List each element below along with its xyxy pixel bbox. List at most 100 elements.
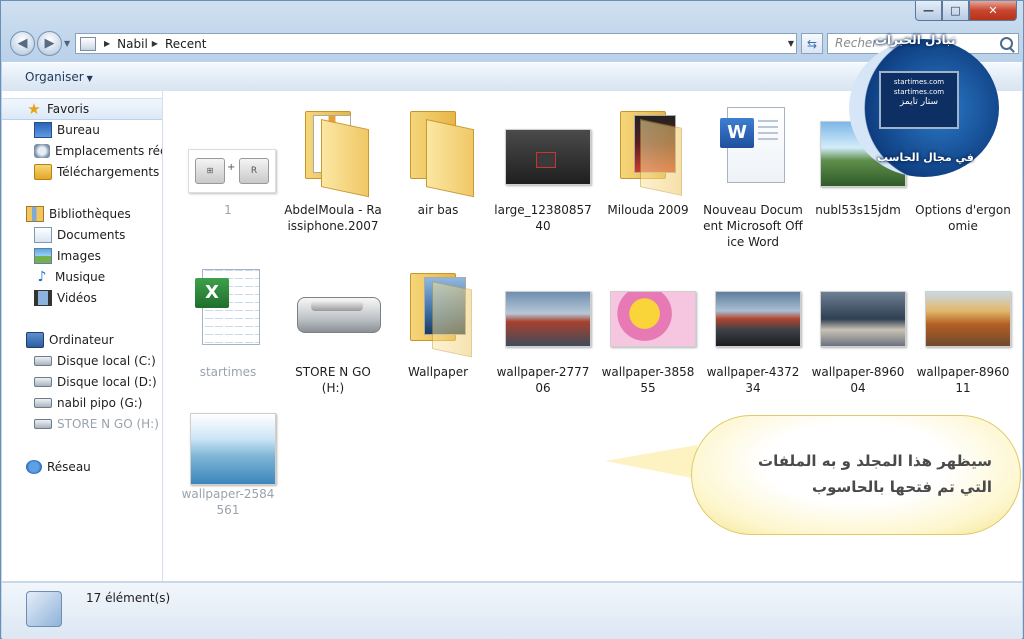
item-count: 17 élément(s) <box>86 591 171 605</box>
sidebar-item-libraries[interactable]: Bibliothèques <box>2 204 162 224</box>
sidebar-item-drive-d[interactable]: Disque local (D:) <box>2 372 162 392</box>
file-label: wallpaper-896011 <box>916 365 1010 395</box>
sidebar-item-label: Réseau <box>47 460 91 474</box>
file-label: wallpaper-277706 <box>496 365 590 395</box>
sidebar-item-images[interactable]: Images <box>2 246 162 266</box>
location-icon <box>80 36 96 51</box>
explorer-window: — □ ✕ ◀ ▶ ▼ ▶ Nabil ▶ Recent ▼ ⇆ Recher … <box>0 0 1024 639</box>
sidebar-item-label: Disque local (C:) <box>57 354 156 368</box>
file-label: wallpaper-2584561 <box>181 487 275 517</box>
file-label: air bas <box>417 203 459 217</box>
file-label: Milouda 2009 <box>607 203 689 217</box>
logo-site-text: startimes.com <box>893 78 945 86</box>
sidebar-item-label: Bureau <box>57 123 100 137</box>
sidebar-item-downloads[interactable]: Téléchargements <box>2 162 162 182</box>
file-label: Options d'ergonomie <box>915 203 1011 233</box>
image-thumbnail <box>503 261 591 347</box>
sidebar-item-label: Téléchargements <box>57 165 160 179</box>
sidebar-item-label: Bibliothèques <box>49 207 131 221</box>
excel-document-icon: X <box>188 261 268 345</box>
file-label: 1 <box>224 203 232 217</box>
breadcrumb-separator-icon[interactable]: ▶ <box>152 39 158 48</box>
organize-label: Organiser <box>25 70 84 84</box>
callout-line-2: التي تم فتحها بالحاسوب <box>812 478 992 496</box>
breadcrumb-separator-icon[interactable]: ▶ <box>104 39 110 48</box>
address-bar[interactable]: ▶ Nabil ▶ Recent ▼ <box>75 33 797 54</box>
sidebar-item-music[interactable]: ♪ Musique <box>2 267 162 287</box>
hard-drive-icon <box>34 356 52 366</box>
image-thumbnail <box>713 261 801 347</box>
file-label: large_1238085740 <box>494 203 592 233</box>
removable-drive-icon <box>34 419 52 429</box>
file-label: startimes <box>199 365 257 379</box>
close-button[interactable]: ✕ <box>969 1 1017 21</box>
maximize-button[interactable]: □ <box>942 1 969 21</box>
recent-pages-dropdown[interactable]: ▼ <box>64 39 70 48</box>
recent-places-icon <box>34 144 50 158</box>
video-film-icon <box>34 290 52 306</box>
logo-bottom-text: في مجال الحاسب <box>877 151 974 164</box>
logo-laptop-screen: startimes.com startimes.com ستار تايمز <box>879 71 959 129</box>
logo-top-text: تبادل الخبرات <box>875 33 956 47</box>
minimize-button[interactable]: — <box>915 1 942 21</box>
sidebar-item-videos[interactable]: Vidéos <box>2 288 162 308</box>
sidebar-item-drive-h[interactable]: STORE N GO (H:) <box>2 414 162 434</box>
libraries-icon <box>26 206 44 222</box>
sidebar-item-label: Images <box>57 249 101 263</box>
folder-icon <box>293 99 373 198</box>
sidebar-item-label: Vidéos <box>57 291 97 305</box>
sidebar-item-recent-places[interactable]: Emplacements récen <box>2 141 162 161</box>
forward-button[interactable]: ▶ <box>37 31 62 56</box>
image-thumbnail <box>923 261 1011 347</box>
folder-icon <box>398 261 478 358</box>
sidebar-item-drive-g[interactable]: nabil pipo (G:) <box>2 393 162 413</box>
sidebar-item-label: Favoris <box>47 102 90 116</box>
sidebar-item-favorites[interactable]: ★ Favoris <box>2 98 162 120</box>
address-dropdown-icon[interactable]: ▼ <box>788 39 794 48</box>
file-label: wallpaper-896004 <box>811 365 905 395</box>
startimes-logo: startimes.com startimes.com ستار تايمز ت… <box>849 33 1007 181</box>
image-thumbnail <box>608 261 696 347</box>
caption-buttons: — □ ✕ <box>915 1 1017 21</box>
sidebar-item-documents[interactable]: Documents <box>2 225 162 245</box>
recent-places-icon <box>26 591 62 627</box>
keyboard-shortcut-thumbnail: ⊞ + R <box>188 107 276 193</box>
breadcrumb-nabil[interactable]: Nabil <box>117 37 148 51</box>
documents-icon <box>34 227 52 243</box>
file-label: nubl53s15jdm <box>815 203 901 217</box>
file-label: Nouveau Document Microsoft Office Word <box>703 203 803 249</box>
chevron-down-icon: ▼ <box>86 74 93 83</box>
network-icon <box>26 460 42 474</box>
folder-icon <box>608 99 688 196</box>
downloads-folder-icon <box>34 164 52 180</box>
back-button[interactable]: ◀ <box>10 31 35 56</box>
sidebar-item-drive-c[interactable]: Disque local (C:) <box>2 351 162 371</box>
sidebar-item-label: Documents <box>57 228 126 242</box>
navigation-pane: ★ Favoris Bureau Emplacements récen Téléc… <box>2 91 163 581</box>
refresh-icon: ⇆ <box>806 36 818 51</box>
callout-text: سيظهر هذا المجلد و به الملفات التي تم فت… <box>710 448 992 500</box>
sidebar-item-network[interactable]: Réseau <box>2 457 162 477</box>
file-label: wallpaper-385855 <box>601 365 695 395</box>
callout-bubble: سيظهر هذا المجلد و به الملفات التي تم فت… <box>691 415 1021 535</box>
breadcrumb-recent[interactable]: Recent <box>165 37 206 51</box>
callout-tail <box>605 445 697 479</box>
logo-arabic-name: ستار تايمز <box>899 97 939 107</box>
sidebar-item-label: Emplacements récen <box>55 144 162 158</box>
sidebar-item-computer[interactable]: Ordinateur <box>2 330 162 350</box>
image-thumbnail <box>818 261 906 347</box>
logo-site-text: startimes.com <box>893 88 945 96</box>
music-note-icon: ♪ <box>37 269 47 285</box>
sidebar-item-label: Musique <box>55 270 106 284</box>
callout-line-1: سيظهر هذا المجلد و به الملفات <box>758 452 992 470</box>
sidebar-item-label: Ordinateur <box>49 333 114 347</box>
file-label: wallpaper-437234 <box>706 365 800 395</box>
arrow-left-icon: ◀ <box>17 36 28 51</box>
removable-drive-icon <box>34 398 52 408</box>
arrow-right-icon: ▶ <box>44 36 55 51</box>
image-thumbnail <box>503 99 591 185</box>
organize-button[interactable]: Organiser ▼ <box>25 70 93 84</box>
file-label: AbdelMoula - Raissiphone.2007 <box>284 203 382 233</box>
refresh-button[interactable]: ⇆ <box>801 33 823 54</box>
sidebar-item-desktop[interactable]: Bureau <box>2 120 162 140</box>
